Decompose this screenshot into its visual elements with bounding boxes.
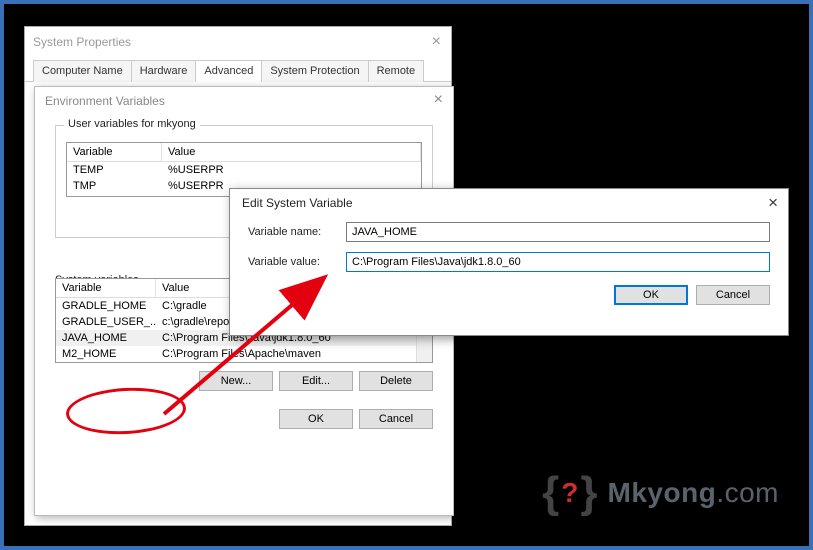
editdlg-buttons: OK Cancel (230, 277, 788, 305)
dialog-buttons: OK Cancel (55, 409, 433, 429)
delete-button[interactable]: Delete (359, 371, 433, 391)
variable-value-input[interactable] (346, 252, 770, 272)
mkyong-logo: {?} Mkyong.com (542, 468, 779, 518)
variable-name-row: Variable name: (230, 217, 788, 247)
tab-advanced[interactable]: Advanced (195, 60, 262, 82)
col-variable: Variable (67, 143, 162, 161)
ok-button[interactable]: OK (614, 285, 688, 305)
screenshot-frame: System Properties × Computer Name Hardwa… (0, 0, 813, 550)
col-variable: Variable (56, 279, 156, 297)
editdlg-title: Edit System Variable (242, 196, 353, 210)
close-icon[interactable]: × (768, 193, 778, 213)
editdlg-titlebar: Edit System Variable × (230, 189, 788, 217)
tab-system-protection[interactable]: System Protection (261, 60, 368, 82)
logo-text: Mkyong.com (608, 477, 779, 509)
envdlg-title: Environment Variables (45, 94, 165, 108)
cancel-button[interactable]: Cancel (359, 409, 433, 429)
close-icon[interactable]: × (432, 33, 441, 51)
sysprop-tabs: Computer Name Hardware Advanced System P… (25, 59, 451, 82)
close-icon[interactable]: × (434, 91, 443, 109)
envdlg-titlebar: Environment Variables × (35, 87, 453, 115)
sysprop-title: System Properties (33, 35, 131, 49)
ok-button[interactable]: OK (279, 409, 353, 429)
user-variables-label: User variables for mkyong (64, 118, 200, 130)
new-button[interactable]: New... (199, 371, 273, 391)
variable-name-label: Variable name: (248, 226, 346, 238)
logo-brace-icon: {?} (542, 468, 597, 518)
variable-value-label: Variable value: (248, 256, 346, 268)
list-row[interactable]: M2_HOME C:\Program Files\Apache\maven (56, 346, 432, 362)
sys-vars-buttons: New... Edit... Delete (55, 371, 433, 391)
col-value: Value (162, 143, 421, 161)
edit-button[interactable]: Edit... (279, 371, 353, 391)
variable-value-row: Variable value: (230, 247, 788, 277)
cancel-button[interactable]: Cancel (696, 285, 770, 305)
sysprop-titlebar: System Properties × (25, 27, 451, 57)
variable-name-input[interactable] (346, 222, 770, 242)
tab-remote[interactable]: Remote (368, 60, 425, 82)
list-header: Variable Value (67, 143, 421, 162)
tab-computer-name[interactable]: Computer Name (33, 60, 132, 82)
list-row[interactable]: TEMP %USERPR (67, 162, 421, 178)
tab-hardware[interactable]: Hardware (131, 60, 197, 82)
edit-system-variable-dialog: Edit System Variable × Variable name: Va… (229, 188, 789, 336)
